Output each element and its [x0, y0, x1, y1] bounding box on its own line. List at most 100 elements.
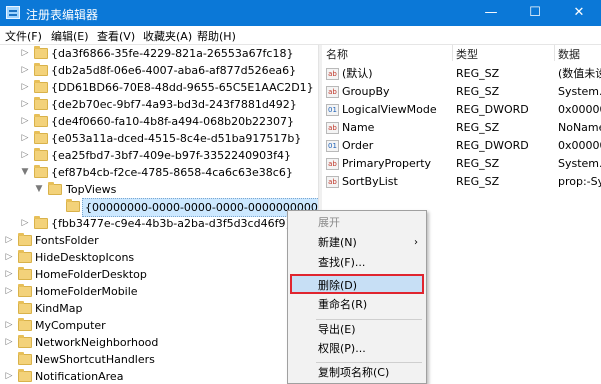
value-row[interactable]: ab (默认) REG_SZ (数值未设	[322, 65, 601, 83]
chevron-right-icon[interactable]: ▷	[20, 147, 30, 164]
tree-item[interactable]: ▷ HomeFolderDesktop	[0, 266, 318, 283]
minimize-button[interactable]: —	[469, 0, 513, 26]
menu-item-label: 导出(E)	[318, 323, 356, 336]
string-value-icon: ab	[326, 176, 339, 188]
value-data: 0x00000	[558, 139, 601, 152]
tree-item[interactable]: ▷ {e053a11a-dced-4515-8c4e-d51ba917517b}	[0, 130, 318, 147]
menu-item-copy-key-name[interactable]: 复制项名称(C)	[288, 363, 426, 383]
tree-item-expanded[interactable]: ▼ {ef87b4cb-f2ce-4785-8658-4ca6c63e38c6}	[0, 164, 318, 181]
tree-item[interactable]: NewShortcutHandlers	[0, 351, 318, 368]
value-name: Order	[342, 139, 374, 152]
value-data: 0x00000	[558, 103, 601, 116]
chevron-right-icon[interactable]: ▷	[4, 283, 14, 300]
tree-item[interactable]: KindMap	[0, 300, 318, 317]
value-row[interactable]: ab PrimaryProperty REG_SZ System.S	[322, 155, 601, 173]
key-tree[interactable]: ▷ {da3f6866-35fe-4229-821a-26553a67fc18}…	[0, 45, 318, 384]
value-name: (默认)	[342, 67, 373, 80]
value-data: (数值未设	[558, 67, 601, 80]
menu-item-rename[interactable]: 重命名(R)	[288, 295, 426, 315]
menu-item-permissions[interactable]: 权限(P)...	[288, 339, 426, 359]
column-divider[interactable]	[554, 45, 555, 61]
menu-item-label: 重命名(R)	[318, 298, 368, 311]
chevron-right-icon: ›	[414, 237, 418, 248]
tree-item-label: NotificationArea	[35, 370, 124, 383]
value-row[interactable]: 01 Order REG_DWORD 0x00000	[322, 137, 601, 155]
chevron-right-icon[interactable]: ▷	[20, 96, 30, 113]
tree-item-label: {fbb3477e-c9e4-4b3b-a2ba-d3f5d3cd46f9}	[51, 217, 293, 230]
chevron-right-icon[interactable]: ▷	[20, 62, 30, 79]
chevron-down-icon[interactable]: ▼	[20, 164, 30, 181]
menu-item-delete[interactable]: 删除(D)	[290, 274, 424, 294]
menu-view[interactable]: 查看(V)	[97, 28, 135, 44]
tree-item[interactable]: ▷ {da3f6866-35fe-4229-821a-26553a67fc18}	[0, 45, 318, 62]
chevron-right-icon[interactable]: ▷	[20, 215, 30, 232]
column-header-data[interactable]: 数据	[558, 46, 580, 62]
menu-edit[interactable]: 编辑(E)	[51, 28, 89, 44]
folder-icon	[34, 97, 48, 110]
menu-item-new[interactable]: 新建(N) ›	[288, 233, 426, 253]
chevron-right-icon[interactable]: ▷	[20, 113, 30, 130]
menu-help[interactable]: 帮助(H)	[197, 28, 236, 44]
folder-icon	[18, 335, 32, 348]
value-type: REG_SZ	[456, 67, 500, 80]
tree-item-label: NetworkNeighborhood	[35, 336, 159, 349]
chevron-right-icon[interactable]: ▷	[4, 317, 14, 334]
menu-item-find[interactable]: 查找(F)...	[288, 253, 426, 273]
tree-item[interactable]: ▷ NotificationArea	[0, 368, 318, 384]
menu-favorites[interactable]: 收藏夹(A)	[143, 28, 192, 44]
tree-item-label: KindMap	[35, 302, 83, 315]
tree-item[interactable]: ▷ HideDesktopIcons	[0, 249, 318, 266]
value-row[interactable]: ab GroupBy REG_SZ System.S	[322, 83, 601, 101]
tree-item[interactable]: ▷ {fbb3477e-c9e4-4b3b-a2ba-d3f5d3cd46f9}	[0, 215, 318, 232]
menu-item-label: 展开	[318, 216, 340, 229]
string-value-icon: ab	[326, 122, 339, 134]
folder-icon	[18, 301, 32, 314]
tree-item[interactable]: ▷ HomeFolderMobile	[0, 283, 318, 300]
value-name: SortByList	[342, 175, 398, 188]
tree-item[interactable]: ▷ {DD61BD66-70E8-48dd-9655-65C5E1AAC2D1}	[0, 79, 318, 96]
tree-item-label: MyComputer	[35, 319, 106, 332]
value-type: REG_SZ	[456, 175, 500, 188]
column-header-type[interactable]: 类型	[456, 46, 478, 62]
menu-item-label: 权限(P)...	[318, 342, 366, 355]
value-row[interactable]: ab Name REG_SZ NoName	[322, 119, 601, 137]
tree-item-selected[interactable]: {00000000-0000-0000-0000-000000000000}	[0, 198, 318, 217]
value-data: System.S	[558, 157, 601, 170]
menu-item-expand[interactable]: 展开	[288, 213, 426, 233]
chevron-right-icon[interactable]: ▷	[4, 249, 14, 266]
chevron-right-icon[interactable]: ▷	[20, 130, 30, 147]
chevron-right-icon[interactable]: ▷	[20, 45, 30, 62]
folder-icon	[34, 114, 48, 127]
folder-icon	[18, 284, 32, 297]
tree-item-expanded[interactable]: ▼ TopViews	[0, 181, 318, 198]
column-divider[interactable]	[452, 45, 453, 61]
maximize-button[interactable]: ☐	[513, 0, 557, 26]
chevron-right-icon[interactable]: ▷	[4, 232, 14, 249]
value-row[interactable]: 01 LogicalViewMode REG_DWORD 0x00000	[322, 101, 601, 119]
tree-item[interactable]: ▷ FontsFolder	[0, 232, 318, 249]
tree-item-label: {ea25fbd7-3bf7-409e-b97f-3352240903f4}	[51, 149, 291, 162]
folder-icon	[18, 250, 32, 263]
value-data: NoName	[558, 121, 601, 134]
close-button[interactable]: ✕	[557, 0, 601, 26]
folder-icon	[66, 199, 80, 212]
column-header-name[interactable]: 名称	[326, 46, 348, 62]
tree-item[interactable]: ▷ {ea25fbd7-3bf7-409e-b97f-3352240903f4}	[0, 147, 318, 164]
tree-item[interactable]: ▷ {db2a5d8f-06e6-4007-aba6-af877d526ea6}	[0, 62, 318, 79]
value-row[interactable]: ab SortByList REG_SZ prop:-Sy	[322, 173, 601, 191]
chevron-right-icon[interactable]: ▷	[20, 79, 30, 96]
chevron-down-icon[interactable]: ▼	[34, 181, 44, 198]
menu-item-export[interactable]: 导出(E)	[288, 320, 426, 340]
tree-item[interactable]: ▷ NetworkNeighborhood	[0, 334, 318, 351]
chevron-right-icon[interactable]: ▷	[4, 334, 14, 351]
tree-item-label: {de4f0660-fa10-4b8f-a494-068b20b22307}	[51, 115, 295, 128]
value-name: PrimaryProperty	[342, 157, 432, 170]
tree-item-label: {ef87b4cb-f2ce-4785-8658-4ca6c63e38c6}	[51, 166, 293, 179]
tree-item[interactable]: ▷ MyComputer	[0, 317, 318, 334]
tree-item[interactable]: ▷ {de4f0660-fa10-4b8f-a494-068b20b22307}	[0, 113, 318, 130]
chevron-right-icon[interactable]: ▷	[4, 368, 14, 384]
folder-icon	[34, 131, 48, 144]
tree-item[interactable]: ▷ {de2b70ec-9bf7-4a93-bd3d-243f7881d492}	[0, 96, 318, 113]
chevron-right-icon[interactable]: ▷	[4, 266, 14, 283]
menu-file[interactable]: 文件(F)	[5, 28, 42, 44]
